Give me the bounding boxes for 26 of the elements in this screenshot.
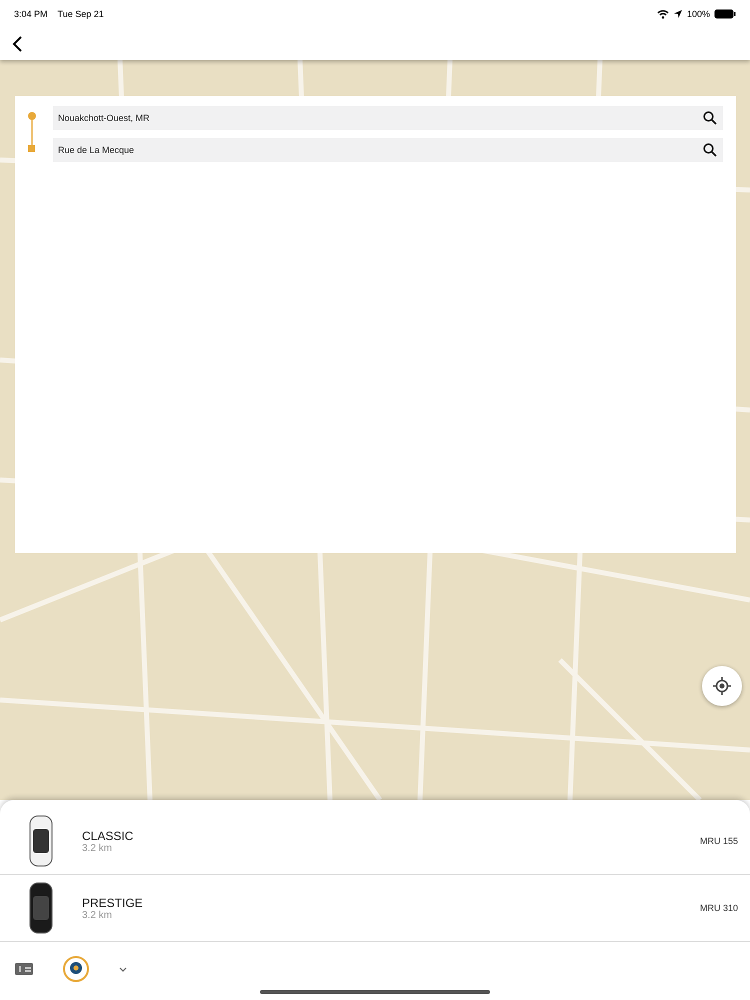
- ride-option[interactable]: CLASSIC 3.2 km MRU 155: [0, 808, 750, 875]
- search-icon[interactable]: [703, 111, 717, 125]
- status-date: Tue Sep 21: [58, 9, 104, 19]
- route-line-icon: [27, 112, 37, 152]
- status-time: 3:04 PM: [14, 9, 48, 19]
- chevron-down-icon[interactable]: [119, 966, 127, 972]
- back-button[interactable]: [10, 34, 24, 54]
- battery-percent: 100%: [686, 9, 710, 19]
- pickup-field[interactable]: Nouakchott-Ouest, MR: [53, 106, 723, 130]
- car-icon: [28, 882, 54, 934]
- crosshair-icon: [713, 677, 731, 695]
- ride-name: CLASSIC: [82, 828, 134, 842]
- ride-option[interactable]: PRESTIGE 3.2 km MRU 310: [0, 875, 750, 942]
- ride-price: MRU 310: [700, 903, 738, 913]
- ride-distance: 3.2 km: [82, 910, 114, 920]
- ride-name: PRESTIGE: [82, 896, 144, 910]
- ride-price: MRU 155: [700, 836, 738, 846]
- cash-icon[interactable]: [15, 963, 33, 975]
- ride-distance: 3.2 km: [82, 842, 114, 854]
- wifi-icon: [656, 9, 669, 19]
- location-arrow-icon: [672, 9, 683, 19]
- destination-field[interactable]: Rue de La Mecque: [53, 138, 723, 162]
- car-icon: [28, 815, 54, 867]
- battery-icon: [714, 9, 736, 19]
- search-icon[interactable]: [703, 143, 717, 157]
- logo-icon[interactable]: [63, 956, 89, 982]
